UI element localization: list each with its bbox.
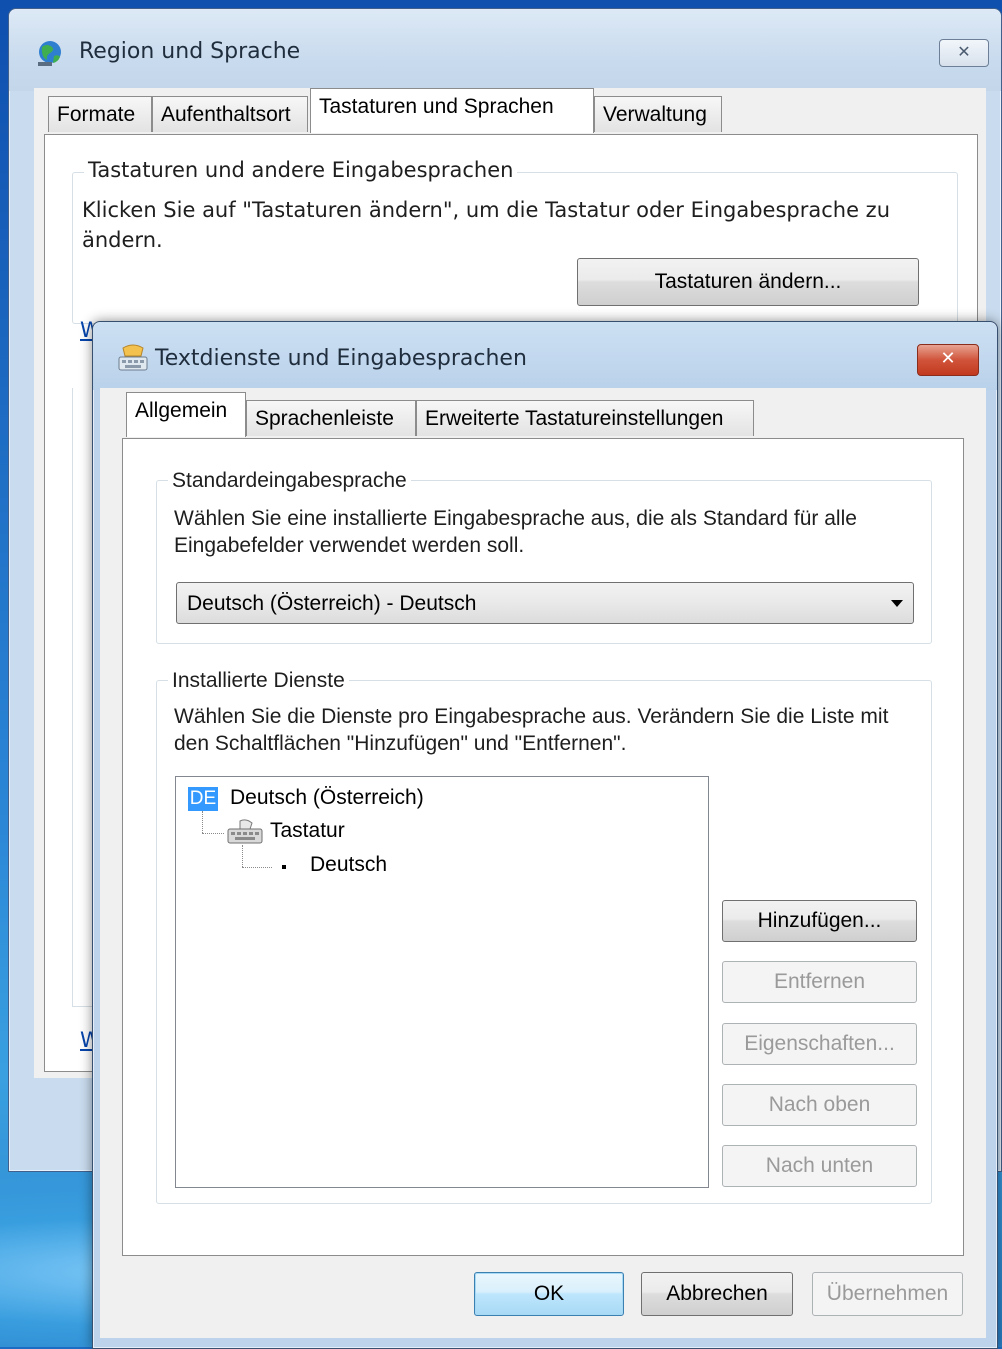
- tab-verwaltung[interactable]: Verwaltung: [594, 96, 722, 132]
- tree-connector: [242, 867, 272, 868]
- globe-icon: [38, 41, 61, 66]
- tree-item-layout[interactable]: Deutsch: [310, 853, 387, 877]
- bullet-icon: [282, 865, 286, 869]
- default-language-caption: Standardeingabesprache: [168, 467, 411, 494]
- tab-tastaturen-und-sprachen[interactable]: Tastaturen und Sprachen: [310, 88, 594, 133]
- installed-services-caption: Installierte Dienste: [168, 667, 349, 694]
- keyboard-icon: [227, 819, 263, 844]
- tree-connector: [202, 811, 203, 833]
- keyboards-group-description: Klicken Sie auf "Tastaturen ändern", um …: [82, 198, 891, 252]
- tab-aufenthaltsort[interactable]: Aufenthaltsort: [152, 96, 308, 132]
- tab-formate[interactable]: Formate: [48, 96, 152, 132]
- tree-item-language[interactable]: Deutsch (Österreich): [230, 786, 424, 810]
- tab-sprachenleiste[interactable]: Sprachenleiste: [246, 400, 416, 436]
- region-window-title: Region und Sprache: [79, 39, 301, 64]
- tab-allgemein[interactable]: Allgemein: [126, 392, 246, 437]
- change-keyboards-button[interactable]: Tastaturen ändern...: [577, 258, 919, 306]
- remove-button[interactable]: Entfernen: [722, 961, 917, 1003]
- dialog-title: Textdienste und Eingabesprachen: [155, 346, 527, 371]
- move-up-button[interactable]: Nach oben: [722, 1084, 917, 1126]
- tree-connector: [242, 845, 243, 867]
- tree-item-category[interactable]: Tastatur: [270, 819, 345, 843]
- default-language-description: Wählen Sie eine installierte Eingabespra…: [174, 507, 857, 557]
- properties-button[interactable]: Eigenschaften...: [722, 1023, 917, 1065]
- outer-group-border: [72, 388, 73, 1006]
- move-down-button[interactable]: Nach unten: [722, 1145, 917, 1187]
- chevron-down-icon[interactable]: [891, 600, 903, 607]
- language-badge: DE: [188, 787, 218, 811]
- tab-erweiterte-tastatureinstellungen[interactable]: Erweiterte Tastatureinstellungen: [416, 400, 754, 436]
- default-language-select[interactable]: Deutsch (Österreich) - Deutsch: [176, 582, 914, 624]
- dialog-close-button[interactable]: ✕: [917, 344, 979, 376]
- cancel-button[interactable]: Abbrechen: [641, 1272, 793, 1316]
- region-close-button[interactable]: ✕: [939, 39, 989, 67]
- keyboards-group-caption: Tastaturen und andere Eingabesprachen: [84, 158, 518, 182]
- tree-connector: [202, 833, 224, 834]
- installed-services-description: Wählen Sie die Dienste pro Eingabesprach…: [174, 705, 889, 755]
- add-button[interactable]: Hinzufügen...: [722, 900, 917, 942]
- apply-button[interactable]: Übernehmen: [812, 1272, 963, 1316]
- ok-button[interactable]: OK: [474, 1272, 624, 1316]
- default-language-selected: Deutsch (Österreich) - Deutsch: [187, 592, 477, 615]
- installed-services-tree[interactable]: DE Deutsch (Österreich) Tastatur Deutsch: [175, 776, 709, 1188]
- keyboard-language-icon: [118, 344, 148, 371]
